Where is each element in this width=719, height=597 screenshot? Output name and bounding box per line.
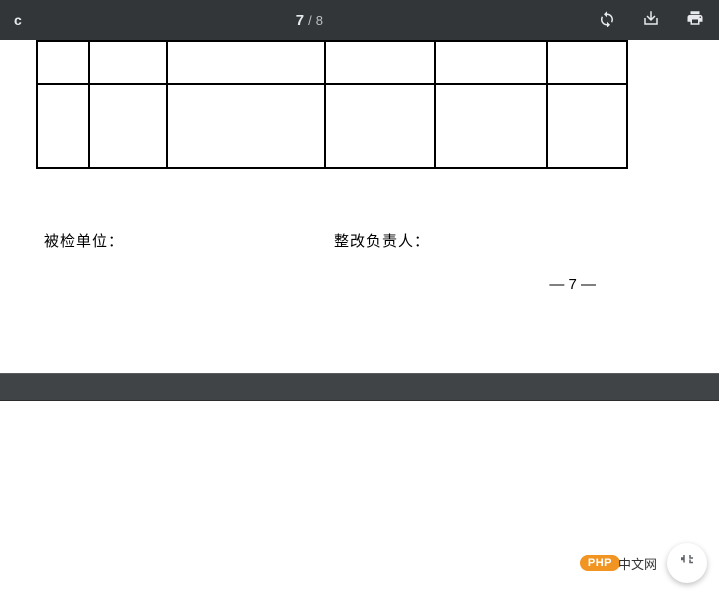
toolbar-actions bbox=[597, 10, 705, 30]
page-number-marker: — 7 — bbox=[0, 276, 596, 293]
total-pages: 8 bbox=[316, 13, 323, 28]
table-cell bbox=[435, 41, 547, 84]
fit-page-button[interactable] bbox=[667, 543, 707, 583]
rectification-person-label: 整改负责人： bbox=[334, 230, 430, 251]
cn-badge-text: 中文网 bbox=[618, 554, 657, 573]
page-separator: / bbox=[308, 13, 312, 28]
inspected-unit-label: 被检单位： bbox=[44, 230, 334, 251]
php-badge-text: PHP bbox=[580, 555, 620, 571]
table-cell bbox=[325, 41, 435, 84]
footer-area: PHP 中文网 bbox=[580, 543, 707, 583]
table-cell bbox=[547, 84, 627, 168]
php-cn-badge[interactable]: PHP 中文网 bbox=[580, 552, 657, 574]
table-cell bbox=[37, 84, 89, 168]
fit-page-icon bbox=[678, 552, 696, 575]
document-page: 被检单位： 整改负责人： — 7 — bbox=[0, 40, 719, 390]
table-cell bbox=[37, 41, 89, 84]
table-cell bbox=[89, 84, 167, 168]
table-cell bbox=[167, 84, 325, 168]
signature-labels: 被检单位： 整改负责人： bbox=[44, 230, 624, 251]
pdf-toolbar: c 7 / 8 bbox=[0, 0, 719, 40]
table-cell bbox=[325, 84, 435, 168]
page-divider bbox=[0, 373, 719, 401]
table-cell bbox=[435, 84, 547, 168]
document-title: c bbox=[14, 12, 22, 28]
download-button[interactable] bbox=[641, 10, 661, 30]
print-button[interactable] bbox=[685, 10, 705, 30]
table-row bbox=[37, 84, 627, 168]
inspection-table bbox=[36, 40, 628, 169]
print-icon bbox=[686, 9, 704, 32]
rotate-button[interactable] bbox=[597, 10, 617, 30]
table-cell bbox=[89, 41, 167, 84]
rotate-icon bbox=[598, 9, 616, 32]
table-cell bbox=[547, 41, 627, 84]
current-page-number: 7 bbox=[296, 12, 304, 29]
download-icon bbox=[642, 9, 660, 32]
table-row bbox=[37, 41, 627, 84]
table-cell bbox=[167, 41, 325, 84]
page-indicator[interactable]: 7 / 8 bbox=[296, 12, 323, 29]
